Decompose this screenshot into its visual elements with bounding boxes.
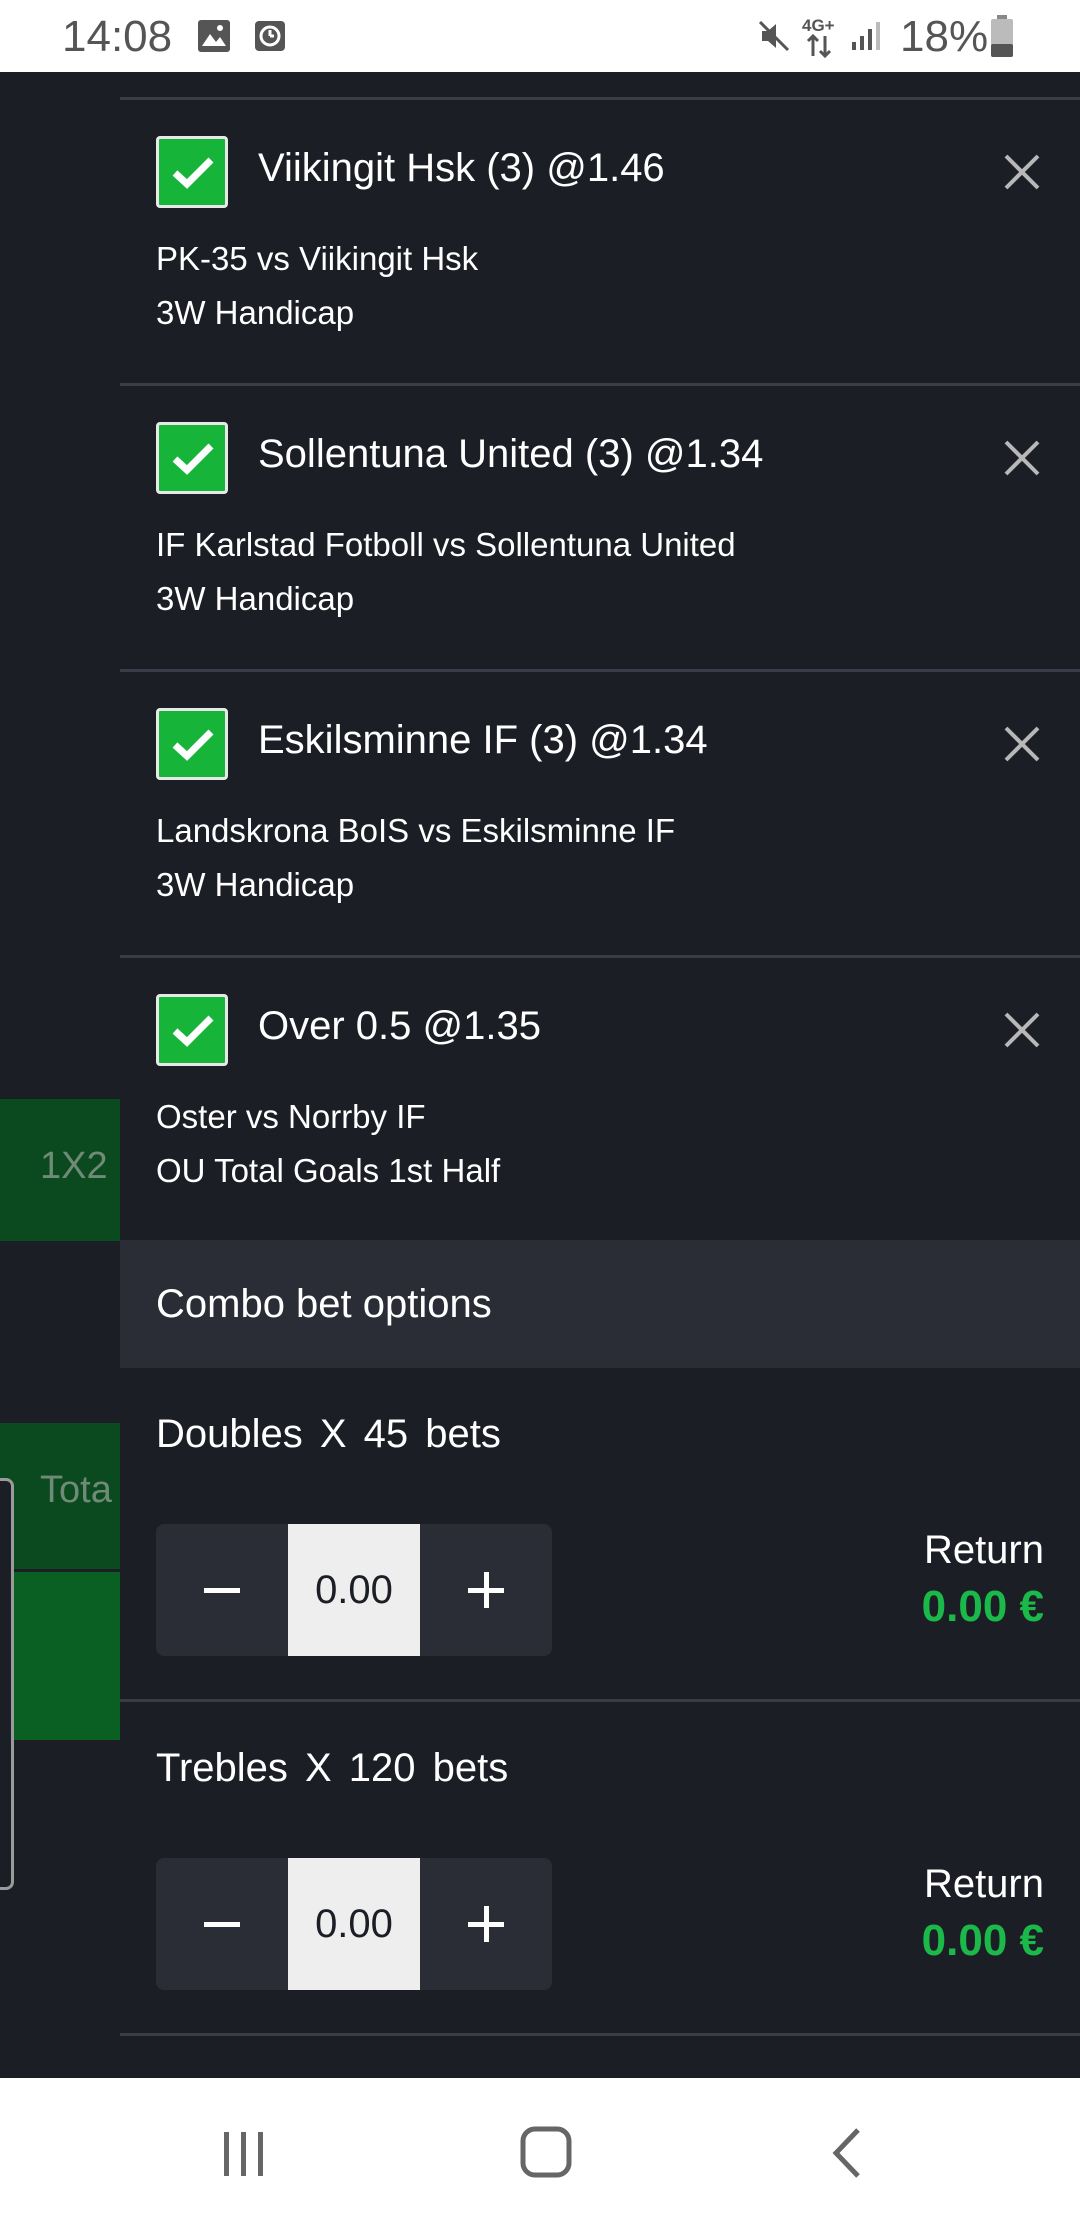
combo-label: Doubles X 45 bets bbox=[156, 1412, 501, 1456]
check-icon bbox=[172, 443, 214, 475]
bet-checkbox[interactable] bbox=[156, 422, 228, 494]
background-tab-total-label: Tota bbox=[40, 1469, 112, 1511]
bet-match: IF Karlstad Fotboll vs Sollentuna United bbox=[156, 526, 736, 563]
close-icon[interactable] bbox=[1000, 1008, 1044, 1052]
battery-icon bbox=[991, 15, 1013, 57]
back-icon[interactable] bbox=[800, 2108, 900, 2198]
combo-row-doubles: Doubles X 45 bets Return 0.00 € bbox=[120, 1368, 1080, 1702]
status-time: 14:08 bbox=[62, 12, 173, 61]
bet-market: 3W Handicap bbox=[156, 580, 355, 617]
background-page bbox=[0, 72, 120, 2078]
alarm-icon bbox=[255, 21, 285, 51]
increment-button[interactable] bbox=[420, 1524, 552, 1656]
bet-selection: Over 0.5 @1.35 Oster vs Norrby IF OU Tot… bbox=[120, 958, 1080, 1244]
status-bar: 14:08 4G+ 18% bbox=[0, 0, 1080, 72]
bet-title: Over 0.5 @1.35 bbox=[258, 1004, 541, 1048]
bet-checkbox[interactable] bbox=[156, 994, 228, 1066]
bet-title: Eskilsminne IF (3) @1.34 bbox=[258, 718, 708, 762]
bet-market: OU Total Goals 1st Half bbox=[156, 1152, 501, 1189]
signal-icon bbox=[852, 22, 880, 50]
stake-input[interactable] bbox=[288, 1858, 420, 1990]
stake-input[interactable] bbox=[288, 1524, 420, 1656]
bet-title: Sollentuna United (3) @1.34 bbox=[258, 432, 764, 476]
bet-market: 3W Handicap bbox=[156, 866, 355, 903]
decrement-button[interactable] bbox=[156, 1524, 288, 1656]
bet-match: Oster vs Norrby IF bbox=[156, 1098, 426, 1135]
decrement-button[interactable] bbox=[156, 1858, 288, 1990]
battery-percent: 18% bbox=[900, 12, 989, 61]
home-icon[interactable] bbox=[496, 2108, 596, 2198]
close-icon[interactable] bbox=[1000, 722, 1044, 766]
divider bbox=[120, 2033, 1080, 2036]
check-icon bbox=[172, 1015, 214, 1047]
combo-label: Trebles X 120 bets bbox=[156, 1746, 509, 1790]
stake-stepper bbox=[156, 1858, 552, 1990]
background-tab-total[interactable]: Tota bbox=[0, 1423, 120, 1569]
bet-checkbox[interactable] bbox=[156, 136, 228, 208]
combo-options-title: Combo bet options bbox=[156, 1282, 492, 1326]
image-icon bbox=[198, 20, 230, 52]
bet-slip-panel: Viikingit Hsk (3) @1.46 PK-35 vs Viiking… bbox=[120, 72, 1080, 2078]
bet-checkbox[interactable] bbox=[156, 708, 228, 780]
background-tab-1x2[interactable]: 1X2 bbox=[0, 1099, 120, 1241]
bet-match: PK-35 vs Viikingit Hsk bbox=[156, 240, 479, 277]
return-label: Return bbox=[923, 1862, 1044, 1906]
bet-selection: Sollentuna United (3) @1.34 IF Karlstad … bbox=[120, 386, 1080, 672]
bet-match: Landskrona BoIS vs Eskilsminne IF bbox=[156, 812, 676, 849]
return-value: 0.00 € bbox=[921, 1582, 1044, 1631]
close-icon[interactable] bbox=[1000, 150, 1044, 194]
increment-button[interactable] bbox=[420, 1858, 552, 1990]
check-icon bbox=[172, 157, 214, 189]
close-icon[interactable] bbox=[1000, 436, 1044, 480]
mute-icon bbox=[758, 20, 790, 52]
combo-row-trebles: Trebles X 120 bets Return 0.00 € bbox=[120, 1702, 1080, 2036]
bet-market: 3W Handicap bbox=[156, 294, 355, 331]
bet-selection: Eskilsminne IF (3) @1.34 Landskrona BoIS… bbox=[120, 672, 1080, 958]
check-icon bbox=[172, 729, 214, 761]
background-tab-1x2-label: 1X2 bbox=[40, 1145, 108, 1187]
bet-title: Viikingit Hsk (3) @1.46 bbox=[258, 146, 665, 190]
stake-stepper bbox=[156, 1524, 552, 1656]
bet-selection: Viikingit Hsk (3) @1.46 PK-35 vs Viiking… bbox=[120, 100, 1080, 386]
data-arrows-icon bbox=[806, 34, 832, 58]
combo-options-header[interactable]: Combo bet options bbox=[120, 1240, 1080, 1368]
navigation-bar bbox=[0, 2078, 1080, 2220]
return-label: Return bbox=[923, 1528, 1044, 1572]
recent-apps-icon[interactable] bbox=[194, 2108, 294, 2198]
network-type: 4G+ bbox=[802, 16, 835, 35]
background-green-block bbox=[0, 1572, 120, 1740]
return-value: 0.00 € bbox=[921, 1916, 1044, 1965]
background-scrollbar[interactable] bbox=[0, 1478, 14, 1890]
